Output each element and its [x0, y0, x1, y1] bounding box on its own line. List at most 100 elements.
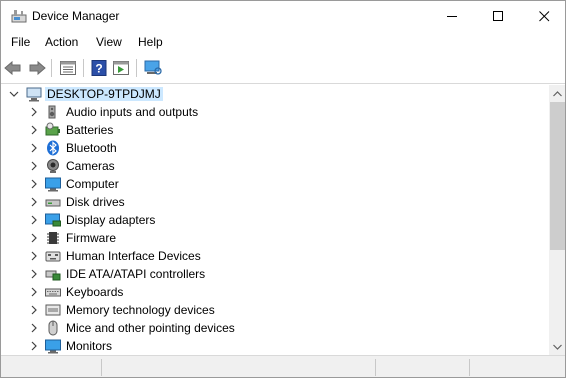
properties-icon: [60, 61, 76, 75]
device-manager-app-icon: [11, 9, 27, 23]
chevron-right-icon[interactable]: [29, 143, 39, 153]
scan-hardware-icon: [144, 60, 162, 75]
minimize-button[interactable]: [429, 1, 475, 31]
tree-item-batteries[interactable]: Batteries: [2, 121, 549, 139]
close-icon: [538, 10, 549, 21]
tree-item-firmware[interactable]: Firmware: [2, 229, 549, 247]
menu-help[interactable]: Help: [138, 35, 163, 49]
memory-icon: [45, 304, 61, 316]
close-button[interactable]: [521, 1, 565, 31]
tree-item-label: Computer: [66, 177, 119, 191]
ide-controller-icon: [45, 270, 61, 281]
status-bar-separator: [469, 359, 470, 376]
tree-item-label: Keyboards: [66, 285, 124, 299]
tree-item-label: Audio inputs and outputs: [66, 105, 199, 119]
disk-drive-icon: [45, 199, 61, 207]
minimize-icon: [446, 15, 457, 17]
menu-bar: File Action View Help: [1, 32, 565, 53]
tree-item-disk-drives[interactable]: Disk drives: [2, 193, 549, 211]
back-arrow-icon: [4, 60, 21, 76]
tree-item-label: Firmware: [66, 231, 116, 245]
toolbar-separator: [136, 59, 137, 77]
run-icon: [113, 61, 129, 75]
status-bar-separator: [375, 359, 376, 376]
window-title: Device Manager: [32, 9, 120, 23]
device-manager-window: Device Manager File Action View Help ? D…: [0, 0, 566, 378]
menu-action[interactable]: Action: [45, 35, 78, 49]
svg-text:?: ?: [95, 62, 102, 76]
tree-item-memory-devices[interactable]: Memory technology devices: [2, 301, 549, 319]
chevron-down-icon: [553, 344, 562, 350]
scroll-thumb[interactable]: [550, 102, 565, 250]
tree-item-bluetooth[interactable]: Bluetooth: [2, 139, 549, 157]
menu-view[interactable]: View: [96, 35, 122, 49]
tree-item-computer[interactable]: Computer: [2, 175, 549, 193]
maximize-icon: [492, 10, 503, 21]
tree-item-label: Cameras: [66, 159, 115, 173]
help-icon: ?: [91, 60, 107, 76]
bluetooth-icon: [47, 140, 59, 156]
scroll-up-button[interactable]: [549, 85, 565, 102]
menu-file[interactable]: File: [11, 35, 30, 49]
mouse-icon: [48, 320, 58, 336]
tree-item-label: Display adapters: [66, 213, 156, 227]
scroll-down-button[interactable]: [549, 338, 565, 355]
tree-item-label: IDE ATA/ATAPI controllers: [66, 267, 206, 281]
camera-icon: [47, 159, 59, 173]
status-bar-separator: [101, 359, 102, 376]
chevron-right-icon[interactable]: [29, 305, 39, 315]
toolbar-separator: [83, 59, 84, 77]
tree-item-audio[interactable]: Audio inputs and outputs: [2, 103, 549, 121]
chevron-right-icon[interactable]: [29, 251, 39, 261]
tree-item-label: Disk drives: [66, 195, 125, 209]
chevron-right-icon[interactable]: [29, 179, 39, 189]
chevron-right-icon[interactable]: [29, 125, 39, 135]
maximize-button[interactable]: [475, 1, 521, 31]
chevron-down-icon[interactable]: [9, 89, 19, 99]
chevron-right-icon[interactable]: [29, 287, 39, 297]
monitor-icon: [45, 339, 61, 354]
forward-arrow-icon: [29, 60, 46, 76]
chevron-right-icon[interactable]: [29, 341, 39, 351]
vertical-scrollbar[interactable]: [549, 85, 565, 355]
chevron-right-icon[interactable]: [29, 107, 39, 117]
chevron-right-icon[interactable]: [29, 215, 39, 225]
forward-button[interactable]: [27, 58, 47, 78]
chevron-right-icon[interactable]: [29, 161, 39, 171]
tree-item-monitors[interactable]: Monitors: [2, 337, 549, 355]
properties-button[interactable]: [58, 58, 78, 78]
tree-item-keyboards[interactable]: Keyboards: [2, 283, 549, 301]
tree-item-ide-controllers[interactable]: IDE ATA/ATAPI controllers: [2, 265, 549, 283]
display-adapter-icon: [45, 213, 61, 227]
status-bar: [1, 355, 565, 377]
chevron-right-icon[interactable]: [29, 323, 39, 333]
battery-icon: [45, 122, 60, 136]
toolbar: ?: [1, 56, 565, 80]
run-button[interactable]: [111, 58, 131, 78]
tree-item-label: Human Interface Devices: [66, 249, 201, 263]
scan-hardware-button[interactable]: [143, 58, 163, 78]
tree-item-display-adapters[interactable]: Display adapters: [2, 211, 549, 229]
tree-item-label: Bluetooth: [66, 141, 117, 155]
chevron-right-icon[interactable]: [29, 197, 39, 207]
tree-item-label: Mice and other pointing devices: [66, 321, 235, 335]
tree-root-node[interactable]: DESKTOP-9TPDJMJ: [2, 85, 549, 103]
back-button[interactable]: [3, 58, 23, 78]
help-button[interactable]: ?: [89, 58, 109, 78]
tree-item-mice[interactable]: Mice and other pointing devices: [2, 319, 549, 337]
toolbar-separator: [51, 59, 52, 77]
chevron-up-icon: [553, 90, 562, 96]
chip-icon: [47, 232, 59, 244]
keyboard-icon: [45, 288, 61, 297]
tree-item-label: Memory technology devices: [66, 303, 215, 317]
toolbar-divider: [1, 83, 565, 84]
chevron-right-icon[interactable]: [29, 269, 39, 279]
device-tree[interactable]: DESKTOP-9TPDJMJ Audio inputs and outputs…: [2, 85, 549, 355]
speaker-icon: [48, 105, 56, 119]
tree-item-hid[interactable]: Human Interface Devices: [2, 247, 549, 265]
tree-item-label: Monitors: [66, 339, 113, 353]
computer-icon: [26, 87, 42, 102]
tree-item-cameras[interactable]: Cameras: [2, 157, 549, 175]
chevron-right-icon[interactable]: [29, 233, 39, 243]
tree-item-label: Batteries: [66, 123, 114, 137]
